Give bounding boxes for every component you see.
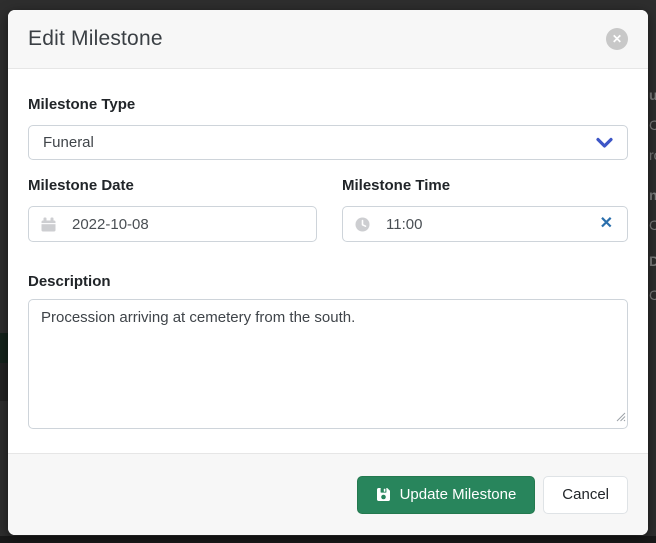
time-column: Milestone Time ✕ xyxy=(342,177,628,242)
milestone-type-select[interactable]: Funeral xyxy=(28,125,628,160)
milestone-time-input[interactable] xyxy=(386,216,598,233)
description-field: Procession arriving at cemetery from the… xyxy=(28,299,628,429)
milestone-time-label: Milestone Time xyxy=(342,177,628,194)
backdrop-text-fragment: C xyxy=(649,118,656,133)
backdrop-text-fragment: De xyxy=(649,254,656,269)
dialog-title: Edit Milestone xyxy=(28,27,163,51)
backdrop-underlying-element xyxy=(0,363,8,401)
dialog-footer: Update Milestone Cancel xyxy=(8,453,648,535)
milestone-type-label: Milestone Type xyxy=(28,96,628,113)
date-column: Milestone Date xyxy=(28,177,317,242)
backdrop-bottom-strip xyxy=(0,536,656,543)
milestone-date-field xyxy=(28,206,317,242)
milestone-date-label: Milestone Date xyxy=(28,177,317,194)
cancel-button[interactable]: Cancel xyxy=(543,476,628,514)
backdrop-text-fragment: C xyxy=(649,218,656,233)
backdrop-text-fragment: u xyxy=(649,88,656,103)
description-input[interactable]: Procession arriving at cemetery from the… xyxy=(28,299,628,429)
edit-milestone-dialog: Edit Milestone ✕ Milestone Type Funeral … xyxy=(8,10,648,535)
cancel-label: Cancel xyxy=(562,486,609,503)
save-icon xyxy=(376,487,391,502)
update-milestone-label: Update Milestone xyxy=(400,486,517,503)
milestone-time-field: ✕ xyxy=(342,206,628,242)
clock-icon xyxy=(355,217,370,232)
date-time-row: Milestone Date xyxy=(28,177,628,242)
backdrop-text-fragment: n xyxy=(649,188,656,203)
backdrop-underlying-element xyxy=(0,333,8,363)
clear-icon: ✕ xyxy=(600,215,613,232)
screen-backdrop: u C ro n C De C Edit Milestone ✕ Milesto… xyxy=(0,0,656,543)
chevron-down-icon xyxy=(596,137,613,149)
description-label: Description xyxy=(28,273,628,290)
dialog-header: Edit Milestone ✕ xyxy=(8,10,648,69)
backdrop-text-fragment: ro xyxy=(649,148,656,163)
milestone-date-input[interactable] xyxy=(72,216,304,233)
update-milestone-button[interactable]: Update Milestone xyxy=(357,476,536,514)
close-icon: ✕ xyxy=(612,28,622,50)
milestone-type-value: Funeral xyxy=(43,134,596,151)
close-button[interactable]: ✕ xyxy=(606,28,628,50)
calendar-icon xyxy=(41,217,56,232)
dialog-body: Milestone Type Funeral Milestone Date xyxy=(8,69,648,453)
clear-time-button[interactable]: ✕ xyxy=(598,216,615,232)
backdrop-text-fragment: C xyxy=(649,288,656,303)
